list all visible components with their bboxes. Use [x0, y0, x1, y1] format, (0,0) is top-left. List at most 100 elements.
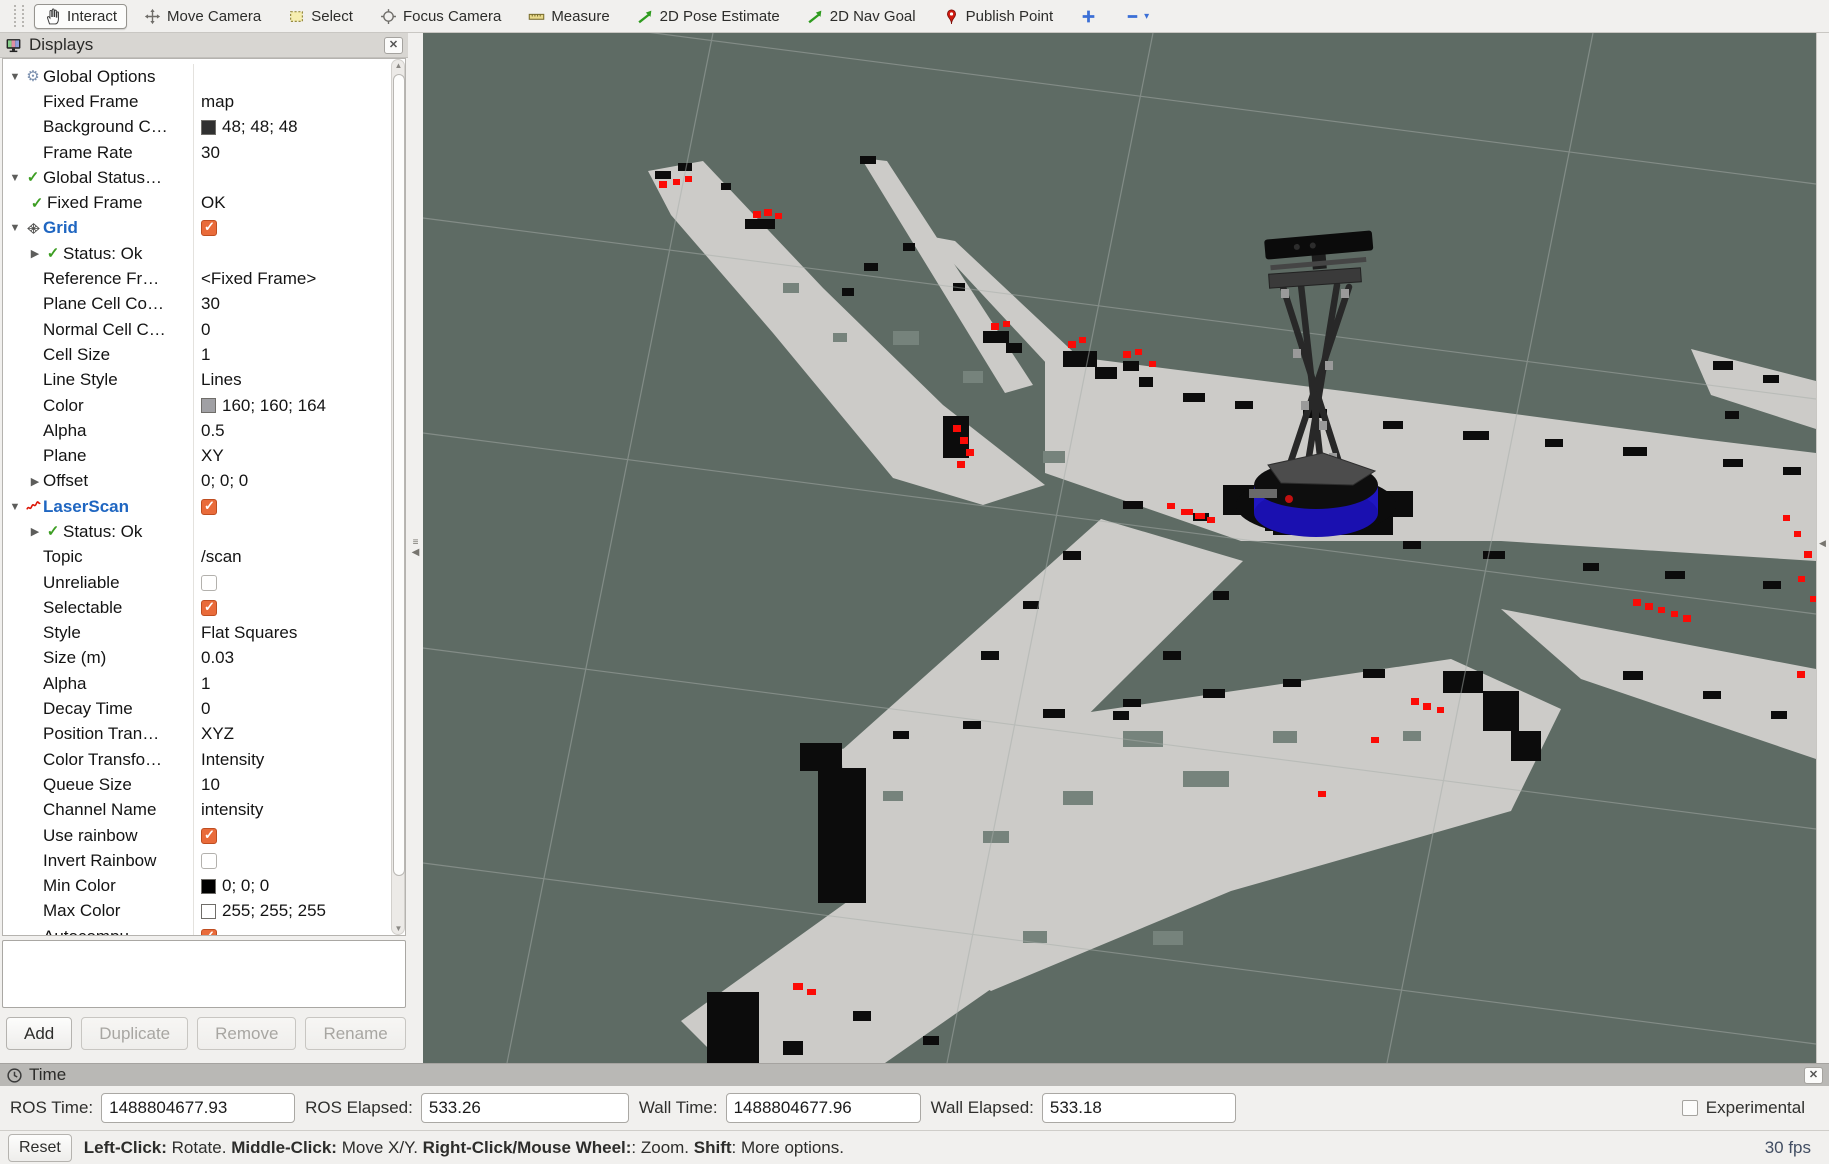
- property-value[interactable]: 0: [201, 699, 210, 719]
- panel-splitter[interactable]: ≡◀: [408, 33, 423, 1063]
- duplicate-button[interactable]: Duplicate: [81, 1017, 188, 1050]
- tree-row-normal-cell-c-[interactable]: Normal Cell C…0: [3, 317, 405, 342]
- tree-row-position-tran-[interactable]: Position Tran…XYZ: [3, 722, 405, 747]
- property-value[interactable]: 48; 48; 48: [222, 117, 298, 137]
- property-value[interactable]: Flat Squares: [201, 623, 297, 643]
- tree-row-status-ok[interactable]: ▶✓Status: Ok: [3, 519, 405, 544]
- expander-open-icon[interactable]: ▼: [7, 172, 23, 184]
- color-swatch[interactable]: [201, 904, 216, 919]
- displays-scrollbar[interactable]: ▲ ▼: [391, 59, 405, 935]
- color-swatch[interactable]: [201, 398, 216, 413]
- tree-row-offset[interactable]: ▶Offset0; 0; 0: [3, 469, 405, 494]
- tool-select-button[interactable]: Select: [278, 4, 363, 29]
- tool-interact-button[interactable]: Interact: [34, 4, 127, 29]
- splitter-collapse-icon[interactable]: ≡◀: [409, 538, 422, 558]
- property-value[interactable]: 0; 0; 0: [222, 876, 269, 896]
- tree-row-alpha[interactable]: Alpha0.5: [3, 418, 405, 443]
- property-value[interactable]: intensity: [201, 800, 263, 820]
- property-value[interactable]: 30: [201, 143, 220, 163]
- tree-row-channel-name[interactable]: Channel Nameintensity: [3, 798, 405, 823]
- tree-row-grid[interactable]: ▼Grid: [3, 216, 405, 241]
- property-checkbox[interactable]: [201, 600, 217, 616]
- expander-open-icon[interactable]: ▼: [7, 222, 23, 234]
- ros-elapsed-input[interactable]: [421, 1093, 629, 1123]
- tree-row-queue-size[interactable]: Queue Size10: [3, 772, 405, 797]
- tool-minus-button[interactable]: ▾: [1114, 4, 1159, 29]
- property-value[interactable]: Intensity: [201, 750, 264, 770]
- tree-row-fixed-frame[interactable]: Fixed Framemap: [3, 89, 405, 114]
- tree-row-size-m-[interactable]: Size (m)0.03: [3, 646, 405, 671]
- rename-button[interactable]: Rename: [305, 1017, 405, 1050]
- right-panel-strip[interactable]: ◀: [1816, 33, 1829, 1063]
- expander-closed-icon[interactable]: ▶: [27, 525, 43, 538]
- tree-row-laserscan[interactable]: ▼LaserScan: [3, 494, 405, 519]
- tree-row-unreliable[interactable]: Unreliable: [3, 570, 405, 595]
- expander-open-icon[interactable]: ▼: [7, 71, 23, 83]
- property-value[interactable]: Lines: [201, 370, 242, 390]
- property-checkbox[interactable]: [201, 828, 217, 844]
- property-value[interactable]: XY: [201, 446, 224, 466]
- remove-button[interactable]: Remove: [197, 1017, 296, 1050]
- expander-closed-icon[interactable]: ▶: [27, 475, 43, 488]
- property-checkbox[interactable]: [201, 499, 217, 515]
- tree-row-use-rainbow[interactable]: Use rainbow: [3, 823, 405, 848]
- tree-row-topic[interactable]: Topic/scan: [3, 545, 405, 570]
- property-value[interactable]: 30: [201, 294, 220, 314]
- tree-row-plane[interactable]: PlaneXY: [3, 443, 405, 468]
- tree-row-color[interactable]: Color160; 160; 164: [3, 393, 405, 418]
- tree-row-max-color[interactable]: Max Color255; 255; 255: [3, 899, 405, 924]
- tree-row-autocompu-[interactable]: Autocompu…: [3, 924, 405, 936]
- color-swatch[interactable]: [201, 879, 216, 894]
- scroll-down-icon[interactable]: ▼: [394, 924, 403, 933]
- property-value[interactable]: 0; 0; 0: [201, 471, 248, 491]
- ros-time-input[interactable]: [101, 1093, 295, 1123]
- tree-row-alpha[interactable]: Alpha1: [3, 671, 405, 696]
- property-value[interactable]: 255; 255; 255: [222, 901, 326, 921]
- add-button[interactable]: Add: [6, 1017, 72, 1050]
- scroll-up-icon[interactable]: ▲: [394, 61, 403, 70]
- tree-row-line-style[interactable]: Line StyleLines: [3, 368, 405, 393]
- tool-2d-nav-goal-button[interactable]: 2D Nav Goal: [797, 4, 926, 29]
- property-value[interactable]: OK: [201, 193, 226, 213]
- tool-focus-camera-button[interactable]: Focus Camera: [370, 4, 511, 29]
- chevron-down-icon[interactable]: ▾: [1144, 11, 1149, 22]
- tree-row-background-c-[interactable]: Background C…48; 48; 48: [3, 115, 405, 140]
- property-value[interactable]: 0: [201, 320, 210, 340]
- property-value[interactable]: <Fixed Frame>: [201, 269, 316, 289]
- tree-row-selectable[interactable]: Selectable: [3, 595, 405, 620]
- wall-elapsed-input[interactable]: [1042, 1093, 1236, 1123]
- property-value[interactable]: 1: [201, 345, 210, 365]
- property-value[interactable]: 0.03: [201, 648, 234, 668]
- property-value[interactable]: 1: [201, 674, 210, 694]
- property-checkbox[interactable]: [201, 575, 217, 591]
- color-swatch[interactable]: [201, 120, 216, 135]
- reset-button[interactable]: Reset: [8, 1134, 72, 1162]
- tree-row-frame-rate[interactable]: Frame Rate30: [3, 140, 405, 165]
- property-value[interactable]: 10: [201, 775, 220, 795]
- tree-row-color-transfo-[interactable]: Color Transfo…Intensity: [3, 747, 405, 772]
- tree-row-global-options[interactable]: ▼⚙Global Options: [3, 64, 405, 89]
- property-value[interactable]: /scan: [201, 547, 242, 567]
- expander-closed-icon[interactable]: ▶: [27, 247, 43, 260]
- tree-row-plane-cell-co-[interactable]: Plane Cell Co…30: [3, 292, 405, 317]
- right-collapse-icon[interactable]: ◀: [1819, 538, 1826, 549]
- displays-scrollbar-thumb[interactable]: [393, 74, 405, 876]
- expander-open-icon[interactable]: ▼: [7, 501, 23, 513]
- tool-2d-pose-estimate-button[interactable]: 2D Pose Estimate: [627, 4, 790, 29]
- tree-row-min-color[interactable]: Min Color0; 0; 0: [3, 874, 405, 899]
- tool-publish-point-button[interactable]: Publish Point: [933, 4, 1064, 29]
- property-value[interactable]: XYZ: [201, 724, 234, 744]
- wall-time-input[interactable]: [726, 1093, 921, 1123]
- property-checkbox[interactable]: [201, 220, 217, 236]
- tool-move-camera-button[interactable]: Move Camera: [134, 4, 271, 29]
- tree-row-invert-rainbow[interactable]: Invert Rainbow: [3, 848, 405, 873]
- property-value[interactable]: 0.5: [201, 421, 225, 441]
- property-value[interactable]: 160; 160; 164: [222, 396, 326, 416]
- tree-row-reference-fr-[interactable]: Reference Fr…<Fixed Frame>: [3, 266, 405, 291]
- property-checkbox[interactable]: [201, 929, 217, 936]
- time-close-button[interactable]: ✕: [1804, 1067, 1823, 1084]
- 3d-viewport[interactable]: [423, 33, 1816, 1063]
- tree-row-style[interactable]: StyleFlat Squares: [3, 621, 405, 646]
- displays-close-button[interactable]: ✕: [384, 37, 403, 54]
- tool-plus-button[interactable]: [1070, 4, 1107, 29]
